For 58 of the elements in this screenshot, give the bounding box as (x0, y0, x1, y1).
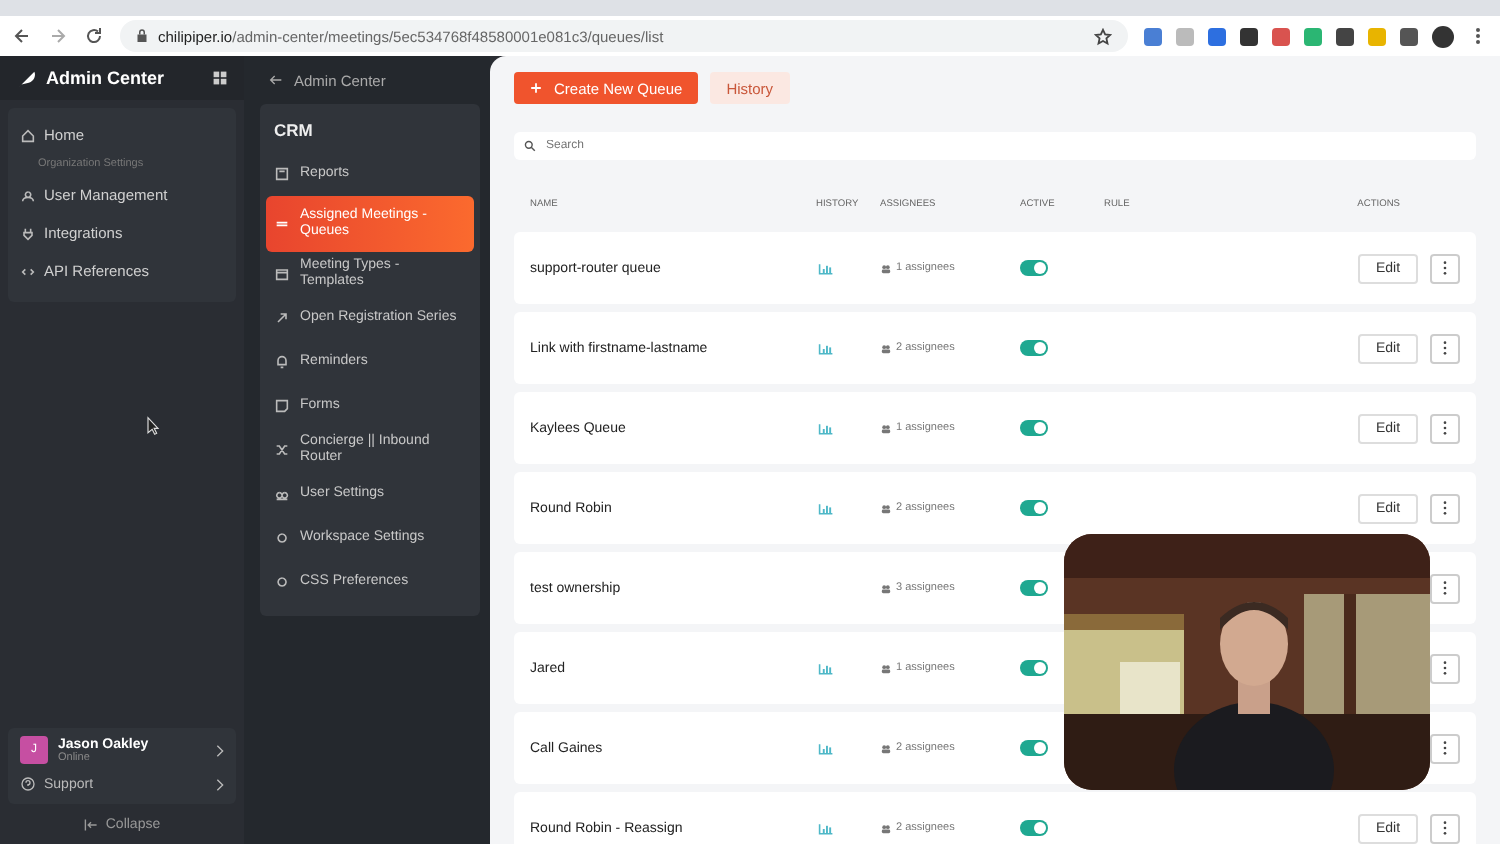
shuffle-icon (274, 442, 290, 458)
active-toggle[interactable] (1020, 340, 1048, 356)
more-icon (1442, 580, 1448, 596)
bar-chart-icon[interactable] (818, 821, 834, 835)
more-icon (1442, 820, 1448, 836)
section-heading: CRM (272, 118, 315, 144)
more-icon (1442, 740, 1448, 756)
feather-icon (16, 67, 38, 89)
sidebar-title: Admin Center (46, 68, 167, 88)
more-icon (1442, 340, 1448, 356)
back-icon[interactable] (12, 26, 32, 46)
chevron-right-icon[interactable] (216, 743, 224, 757)
arrow-left-icon (268, 72, 284, 88)
more-icon (1442, 500, 1448, 516)
calendar-icon (274, 166, 290, 182)
active-toggle[interactable] (1020, 500, 1048, 516)
more-options-button[interactable] (1430, 653, 1460, 683)
star-icon[interactable] (1094, 27, 1112, 45)
more-icon (1442, 260, 1448, 276)
bar-chart-icon[interactable] (818, 341, 834, 355)
collapse-icon (83, 817, 98, 831)
active-toggle[interactable] (1020, 740, 1048, 756)
profile-avatar-icon[interactable] (1432, 25, 1454, 47)
active-toggle[interactable] (1020, 260, 1048, 276)
lock-icon (136, 28, 148, 44)
more-options-button[interactable] (1430, 493, 1460, 523)
bell-icon (274, 354, 290, 370)
arrow-icon (274, 310, 290, 326)
more-icon (1442, 420, 1448, 436)
more-options-button[interactable] (1430, 333, 1460, 363)
form-icon (274, 398, 290, 414)
help-icon (20, 776, 36, 792)
more-options-button[interactable] (1430, 253, 1460, 283)
bar-chart-icon[interactable] (818, 741, 834, 755)
active-toggle[interactable] (1020, 580, 1048, 596)
reload-icon[interactable] (84, 26, 104, 46)
more-options-button[interactable] (1430, 413, 1460, 443)
calendar-icon (274, 266, 290, 282)
forward-icon[interactable] (48, 26, 68, 46)
bar-chart-icon[interactable] (818, 661, 834, 675)
user-icon (20, 187, 36, 203)
active-toggle[interactable] (1020, 820, 1048, 836)
more-options-button[interactable] (1430, 573, 1460, 603)
bar-chart-icon[interactable] (818, 501, 834, 515)
grid-icon[interactable] (212, 70, 228, 86)
bar-chart-icon[interactable] (818, 421, 834, 435)
more-icon (1442, 660, 1448, 676)
more-options-button[interactable] (1430, 733, 1460, 763)
chevron-right-icon[interactable] (216, 777, 224, 791)
mouse-cursor-icon (146, 416, 160, 436)
plug-icon (20, 225, 36, 241)
code-icon (20, 263, 36, 279)
home-icon (20, 127, 36, 143)
active-toggle[interactable] (1020, 420, 1048, 436)
plus-icon (530, 82, 542, 94)
active-toggle[interactable] (1020, 660, 1048, 676)
bar-chart-icon[interactable] (818, 261, 834, 275)
more-options-button[interactable] (1430, 813, 1460, 843)
